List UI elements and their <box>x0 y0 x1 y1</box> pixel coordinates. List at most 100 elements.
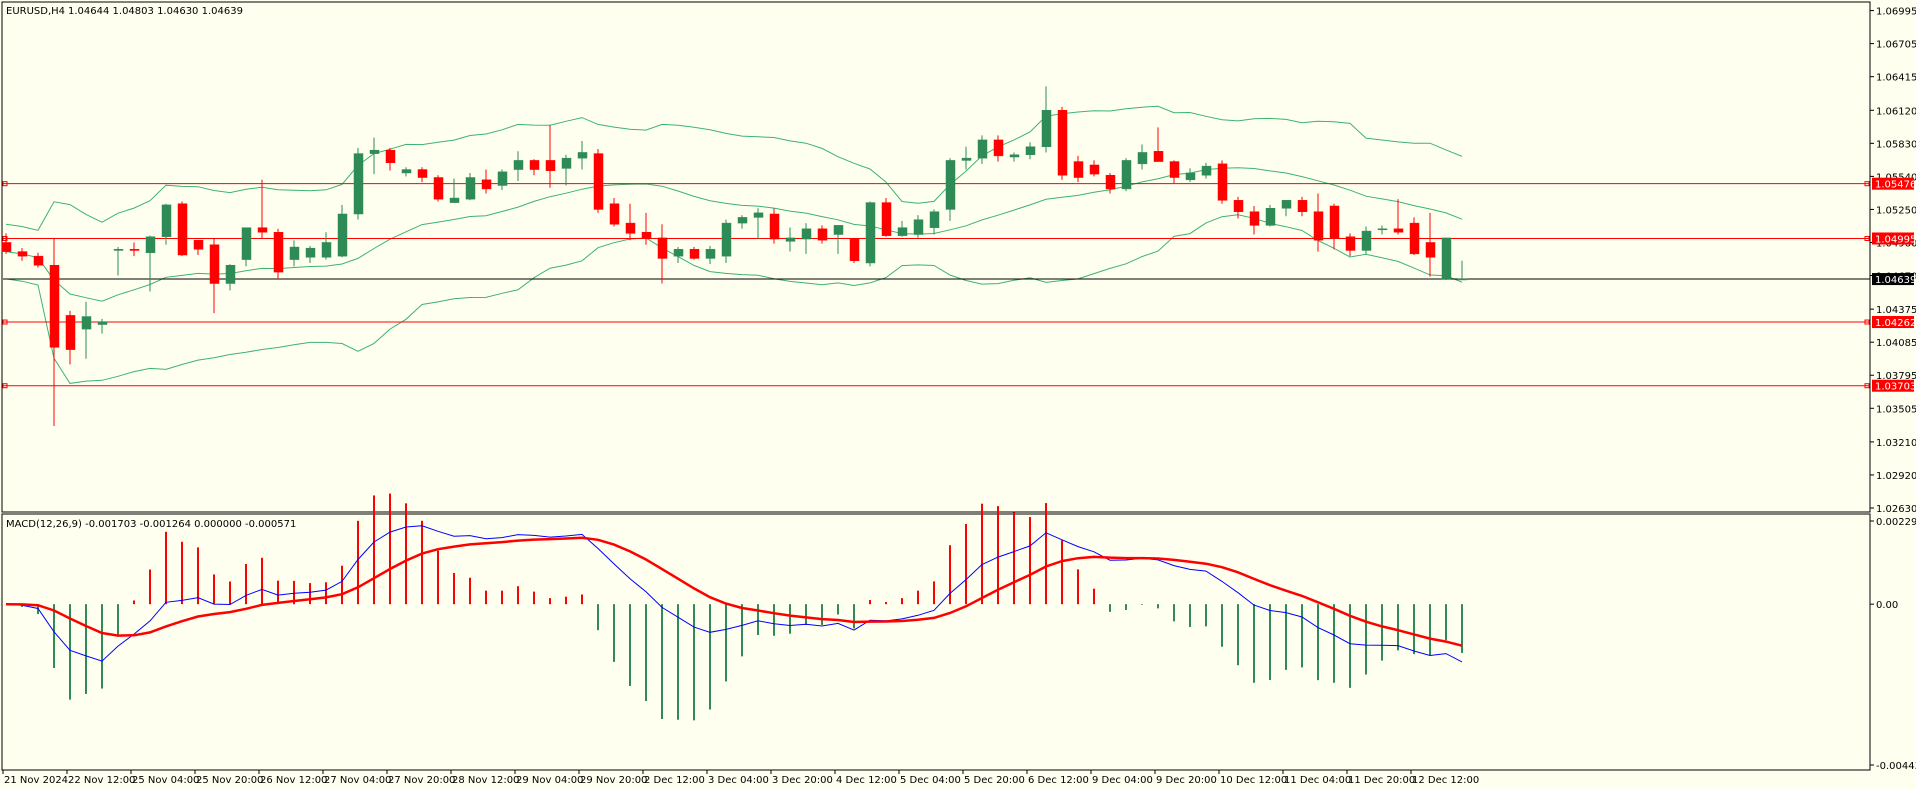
candle-body <box>129 249 140 251</box>
macd-tick-label: -0.004437 <box>1876 761 1916 772</box>
candle-body <box>577 152 588 159</box>
candle-body <box>1009 154 1020 158</box>
candle-body <box>385 149 396 163</box>
candle-body <box>161 204 172 238</box>
candle-body <box>1185 172 1196 181</box>
candle-body <box>273 231 284 273</box>
time-tick-label: 6 Dec 12:00 <box>1028 775 1089 786</box>
price-tick-label: 1.06415 <box>1876 73 1916 84</box>
candle-body <box>97 321 108 325</box>
candle-body <box>209 244 220 284</box>
candle-body <box>289 246 300 260</box>
candle-body <box>305 247 316 258</box>
candle-body <box>737 217 748 224</box>
candle-body <box>1249 211 1260 226</box>
time-tick-label: 29 Nov 04:00 <box>516 775 583 786</box>
candle-body <box>529 160 540 170</box>
price-tick-label: 1.06120 <box>1876 106 1916 117</box>
candle-body <box>1025 146 1036 155</box>
candle-body <box>1089 164 1100 175</box>
time-tick-label: 11 Dec 04:00 <box>1284 775 1351 786</box>
candle-body <box>1393 228 1404 233</box>
candle-body <box>1201 165 1212 176</box>
time-tick-label: 9 Dec 20:00 <box>1156 775 1217 786</box>
price-level-tag-label: 1.04262 <box>1875 318 1916 329</box>
candle-body <box>225 265 236 284</box>
candle-body <box>641 231 652 239</box>
candle-body <box>465 177 476 200</box>
price-level-tag-label: 1.05476 <box>1875 180 1916 191</box>
candle-body <box>1041 110 1052 148</box>
price-level-tag-label: 1.03703 <box>1875 382 1916 393</box>
trading-chart[interactable]: 1.069951.067051.064151.061201.058301.055… <box>0 0 1916 789</box>
price-tick-label: 1.05250 <box>1876 205 1916 216</box>
price-tick-label: 1.04085 <box>1876 338 1916 349</box>
candle-body <box>113 249 124 251</box>
candle-body <box>849 238 860 261</box>
time-tick-label: 21 Nov 2024 <box>4 775 68 786</box>
price-tick-label: 1.03210 <box>1876 438 1916 449</box>
candle-body <box>865 202 876 264</box>
time-tick-label: 28 Nov 12:00 <box>452 775 519 786</box>
candle-body <box>1137 152 1148 165</box>
time-tick-label: 4 Dec 12:00 <box>836 775 897 786</box>
time-tick-label: 29 Nov 20:00 <box>580 775 647 786</box>
candle-body <box>785 237 796 242</box>
candle-body <box>945 160 956 210</box>
candle-body <box>913 219 924 235</box>
time-tick-label: 5 Dec 20:00 <box>964 775 1025 786</box>
price-tick-label: 1.06995 <box>1876 7 1916 18</box>
candle-body <box>561 157 572 169</box>
candle-body <box>513 160 524 170</box>
price-tick-label: 1.02630 <box>1876 504 1916 515</box>
chart-header-ohlc: 1.04644 1.04803 1.04630 1.04639 <box>68 6 243 17</box>
candle-body <box>1441 237 1452 280</box>
candle-body <box>257 227 268 233</box>
price-level-tag-label: 1.04995 <box>1875 234 1916 245</box>
candle-body <box>625 222 636 234</box>
candle-body <box>1105 174 1116 190</box>
price-tick-label: 1.03505 <box>1876 404 1916 415</box>
candle-body <box>1265 208 1276 226</box>
candle-body <box>1297 200 1308 212</box>
time-tick-label: 22 Nov 12:00 <box>68 775 135 786</box>
candle-body <box>817 228 828 241</box>
candle-body <box>497 171 508 186</box>
time-tick-label: 11 Dec 20:00 <box>1348 775 1415 786</box>
candle-body <box>353 153 364 215</box>
candle-body <box>929 211 940 228</box>
time-tick-label: 5 Dec 04:00 <box>900 775 961 786</box>
chart-header-symbol: EURUSD,H4 <box>6 6 65 17</box>
current-price-tag-label: 1.04639 <box>1875 275 1916 286</box>
price-tick-label: 1.04375 <box>1876 305 1916 316</box>
candle-body <box>145 236 156 253</box>
time-tick-label: 9 Dec 04:00 <box>1092 775 1153 786</box>
candle-body <box>1409 222 1420 255</box>
candle-body <box>1233 200 1244 212</box>
candle-body <box>1073 161 1084 178</box>
candle-body <box>33 255 44 266</box>
candle-body <box>449 197 460 203</box>
candle-body <box>17 251 28 257</box>
time-tick-label: 27 Nov 20:00 <box>388 775 455 786</box>
candle-body <box>897 227 908 236</box>
candle-body <box>609 203 620 225</box>
candle-body <box>193 239 204 250</box>
candle-body <box>993 139 1004 157</box>
price-tick-label: 1.05830 <box>1876 139 1916 150</box>
time-tick-label: 25 Nov 20:00 <box>196 775 263 786</box>
candle-body <box>1281 200 1292 209</box>
candle-body <box>1377 228 1388 231</box>
candle-body <box>1361 230 1372 251</box>
candle-body <box>721 222 732 257</box>
macd-tick-label: 0.002294 <box>1876 517 1916 528</box>
candle-body <box>401 169 412 174</box>
candle-body <box>769 213 780 240</box>
candle-body <box>481 179 492 190</box>
candle-body <box>1153 151 1164 162</box>
candle-body <box>417 169 428 178</box>
time-tick-label: 3 Dec 04:00 <box>708 775 769 786</box>
macd-tick-label: 0.00 <box>1876 600 1898 611</box>
candle-body <box>1169 161 1180 178</box>
candle-body <box>1217 163 1228 201</box>
